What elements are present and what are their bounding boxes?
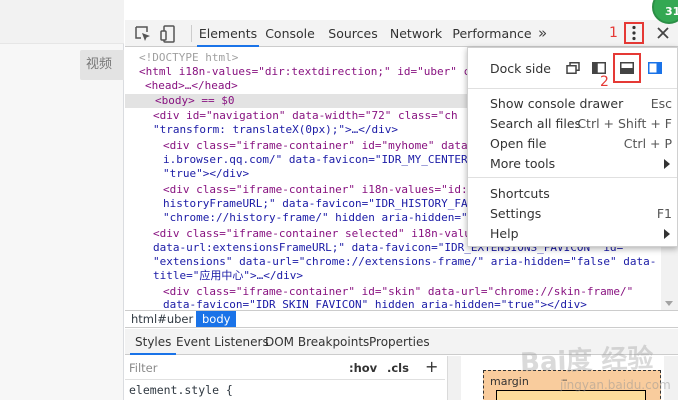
tab-styles[interactable]: Styles (130, 329, 177, 355)
menu-item-shortcut: Esc (650, 96, 672, 111)
tab-elements[interactable]: Elements (197, 20, 259, 47)
dom-line-navigation-cont[interactable]: "transform: translateX(0px);">…</div> (153, 123, 398, 137)
menu-item-shortcut: Ctrl + Shift + F (577, 116, 672, 131)
tab-network[interactable]: Network (387, 20, 445, 47)
tab-event-listeners[interactable]: Event Listeners (176, 329, 269, 355)
dom-line-extensions-cont2[interactable]: "extensions" data-url="chrome://extensio… (153, 255, 656, 269)
dom-line-extensions-end[interactable]: title="应用中心">…</div> (153, 269, 303, 283)
dock-undock-icon[interactable] (566, 62, 580, 74)
devtools-toolbar: Elements Console Sources Network Perform… (125, 20, 678, 47)
annotation-marker-1: 1 (609, 25, 618, 41)
menu-item-more-tools[interactable]: More tools (490, 154, 676, 174)
close-devtools-icon[interactable] (655, 25, 671, 41)
dom-line-body-selected[interactable]: <body> == $0 (125, 94, 470, 108)
device-toolbar-icon[interactable] (159, 24, 179, 44)
submenu-arrow-icon (664, 229, 670, 239)
menu-item-label: Settings (490, 206, 542, 221)
page-side-button[interactable]: 视频 (80, 50, 124, 80)
submenu-arrow-icon (664, 159, 670, 169)
tab-dom-breakpoints[interactable]: DOM Breakpoints (265, 329, 369, 355)
annotation-highlight-box-2 (613, 53, 641, 83)
dom-line-myhome-end[interactable]: "true"></div> (163, 167, 249, 181)
menu-divider (468, 88, 677, 89)
element-style-rule[interactable]: element.style { (129, 383, 233, 397)
menu-item-shortcuts[interactable]: Shortcuts (490, 184, 676, 204)
breadcrumb-item-html[interactable]: html#uber (131, 311, 193, 327)
menu-item-settings[interactable]: Settings F1 (490, 204, 676, 224)
menu-item-label: Shortcuts (490, 186, 550, 201)
toolbar-separator (191, 25, 192, 42)
dom-line-history[interactable]: <div class="iframe-container" i18n-value… (163, 183, 468, 197)
hover-state-toggle[interactable]: :hov (349, 356, 377, 380)
inspect-element-icon[interactable] (133, 24, 153, 44)
tab-sources[interactable]: Sources (325, 20, 381, 47)
new-style-rule-button[interactable]: + (425, 356, 438, 378)
menu-item-label: More tools (490, 156, 556, 171)
menu-item-search-all-files[interactable]: Search all files Ctrl + Shift + F (490, 114, 676, 134)
menu-item-label: Search all files (490, 116, 582, 131)
dom-line-myhome[interactable]: <div class="iframe-container" id="myhome… (163, 139, 468, 153)
watermark: Bai度 经验 (519, 343, 654, 379)
dom-line-doctype[interactable]: <!DOCTYPE html> (139, 51, 238, 65)
tab-performance[interactable]: Performance (451, 20, 533, 47)
menu-item-label: Open file (490, 136, 547, 151)
menu-item-show-console-drawer[interactable]: Show console drawer Esc (490, 94, 676, 114)
dom-line-head[interactable]: <head>…</head> (145, 79, 238, 93)
styles-filter-row: :hov .cls + (125, 356, 445, 380)
menu-item-label: Show console drawer (490, 96, 624, 111)
menu-item-open-file[interactable]: Open file Ctrl + P (490, 134, 676, 154)
class-toggle[interactable]: .cls (387, 356, 409, 380)
dock-right-icon[interactable] (648, 62, 662, 74)
breadcrumb-item-body[interactable]: body (196, 311, 237, 327)
dom-line-skin[interactable]: <div class="iframe-container" id="skin" … (163, 285, 633, 299)
dom-line-extensions[interactable]: <div class="iframe-container selected" i… (153, 227, 471, 241)
badge-count: 31 (665, 5, 678, 18)
page-content-strip: 视频 (0, 0, 124, 400)
tab-console[interactable]: Console (263, 20, 317, 47)
page-top-bar (0, 0, 124, 44)
styles-filter-input[interactable] (129, 359, 329, 377)
scroll-down-icon[interactable] (665, 301, 673, 306)
menu-divider (468, 177, 677, 178)
customize-menu-icon[interactable] (632, 25, 636, 41)
dom-line-myhome-cont[interactable]: i.browser.qq.com/" data-favicon="IDR_MY_… (163, 153, 468, 167)
dock-side-label: Dock side (490, 61, 551, 76)
breadcrumb: html#uber body (125, 310, 678, 328)
dom-line-html[interactable]: <html i18n-values="dir:textdirection;" i… (139, 65, 470, 79)
dom-line-history-end[interactable]: "chrome://history-frame/" hidden aria-hi… (163, 211, 468, 225)
tab-properties[interactable]: Properties (369, 329, 430, 355)
customize-devtools-menu: Dock side 2 Show console drawer Esc Sear… (467, 47, 678, 247)
watermark-url: jingyan.baidu.com (560, 378, 671, 392)
menu-item-help[interactable]: Help (490, 224, 676, 244)
dom-line-history-cont[interactable]: historyFrameURL;" data-favicon="IDR_HIST… (163, 197, 468, 211)
dom-line-navigation[interactable]: <div id="navigation" data-width="72" cla… (153, 109, 458, 123)
dock-left-icon[interactable] (592, 62, 606, 74)
menu-item-shortcut: F1 (656, 206, 672, 221)
styles-scrollbar[interactable] (447, 356, 461, 400)
menu-item-shortcut: Ctrl + P (623, 136, 672, 151)
menu-item-label: Help (490, 226, 519, 241)
more-tabs-button[interactable]: » (538, 20, 547, 47)
